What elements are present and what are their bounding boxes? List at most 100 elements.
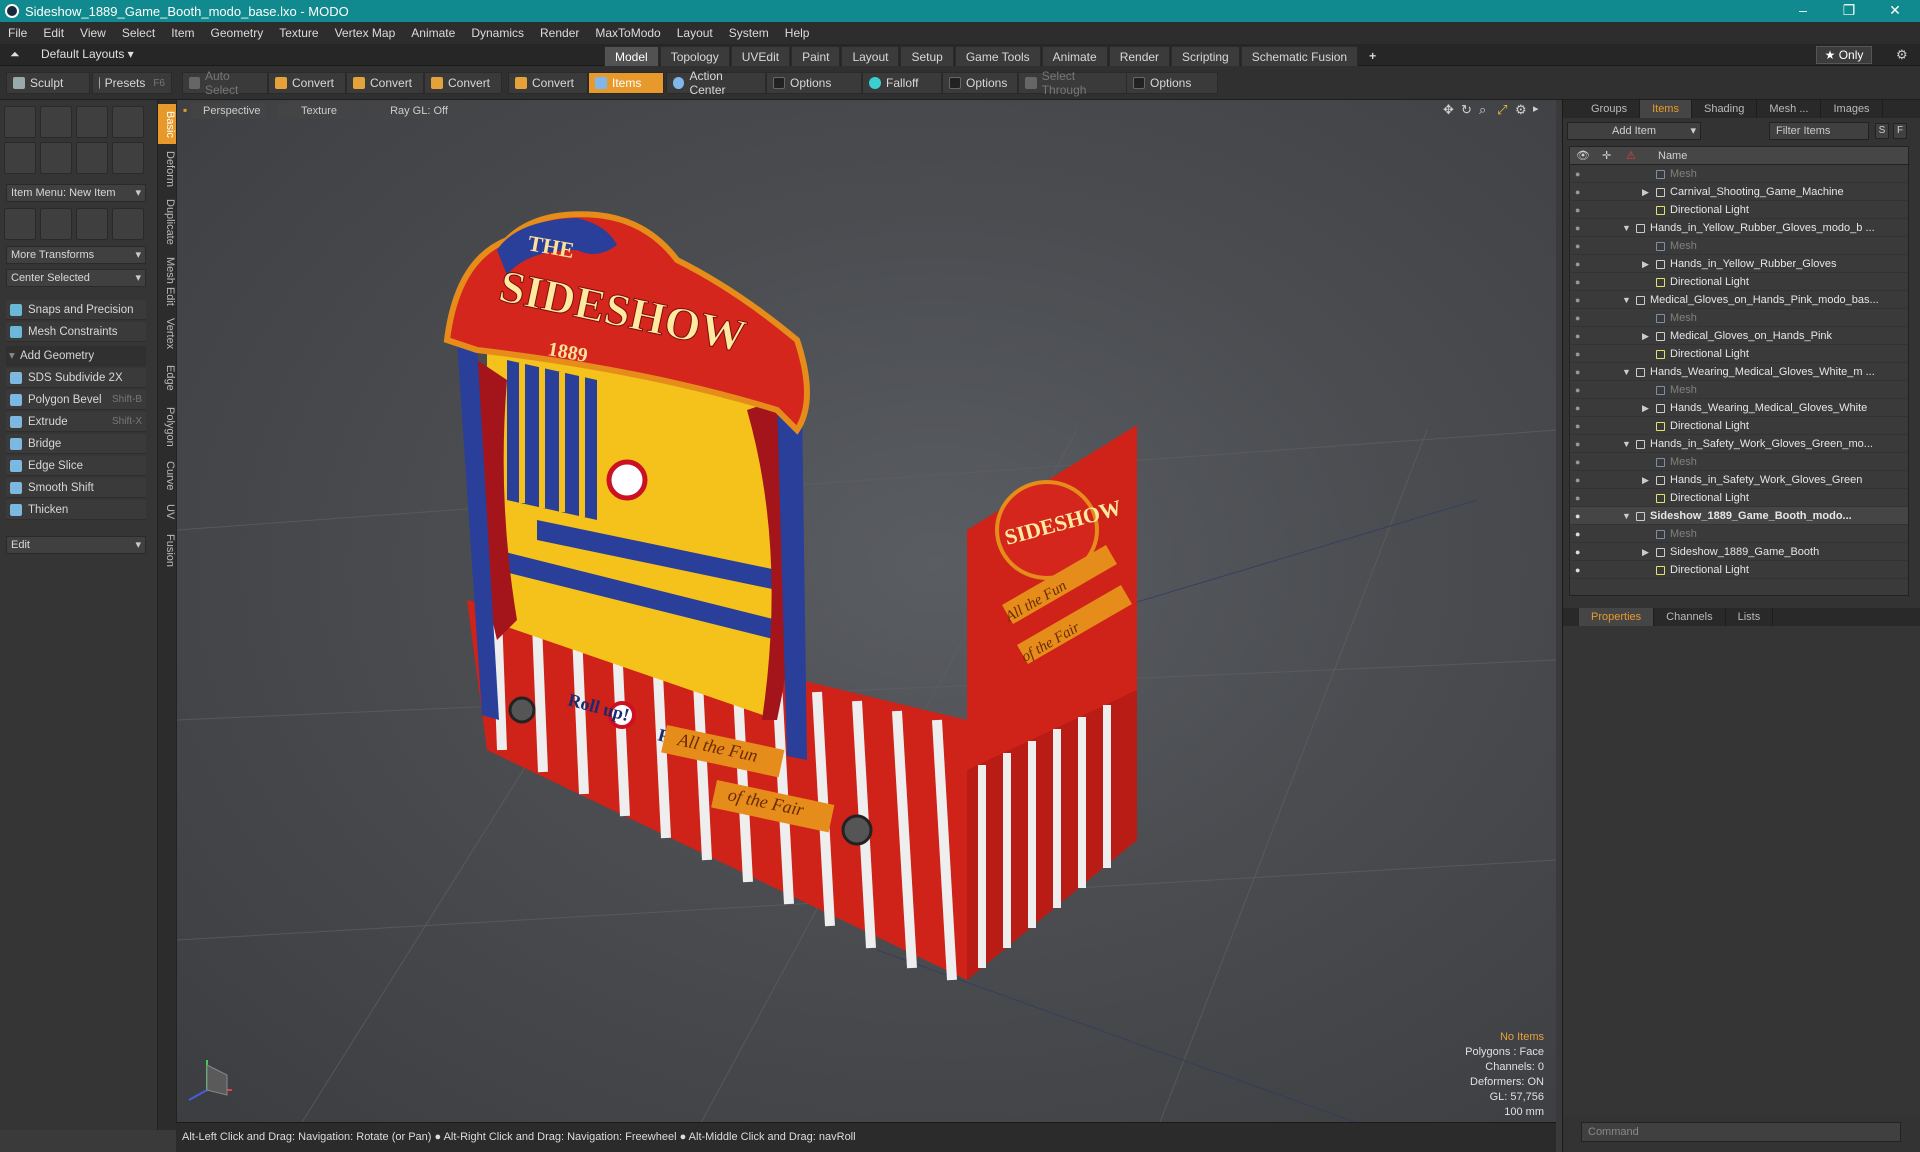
- tab-lists[interactable]: Lists: [1726, 608, 1774, 626]
- vtab-polygon[interactable]: Polygon: [158, 400, 176, 454]
- tab-scripting[interactable]: Scripting: [1171, 46, 1240, 68]
- vtab-mesh-edit[interactable]: Mesh Edit: [158, 252, 176, 310]
- grid-icon[interactable]: [40, 208, 72, 240]
- close-button[interactable]: ✕: [1872, 0, 1918, 22]
- tab-animate[interactable]: Animate: [1041, 46, 1108, 68]
- vtab-vertex[interactable]: Vertex: [158, 312, 176, 356]
- vtab-edge[interactable]: Edge: [158, 358, 176, 398]
- menu-system[interactable]: System: [721, 26, 777, 40]
- vtab-deform[interactable]: Deform: [158, 146, 176, 192]
- item-row[interactable]: ● ▼ Sideshow_1889_Game_Booth_modo...: [1570, 507, 1908, 525]
- visibility-eye-icon[interactable]: ●: [1575, 565, 1586, 575]
- tab-items[interactable]: Items: [1640, 100, 1692, 118]
- visibility-eye-icon[interactable]: ●: [1575, 205, 1586, 215]
- select-through-button[interactable]: Select Through: [1018, 69, 1128, 97]
- item-row[interactable]: ● ▼ Hands_in_Yellow_Rubber_Gloves_modo_b .…: [1570, 219, 1908, 237]
- tab-properties[interactable]: Properties: [1579, 608, 1655, 626]
- visibility-eye-icon[interactable]: ●: [1575, 547, 1586, 557]
- filter-items-field[interactable]: Filter Items: [1769, 122, 1869, 140]
- viewport-menu-icon[interactable]: ▪: [183, 103, 187, 117]
- shading-dropdown[interactable]: Texture: [277, 103, 361, 119]
- menu-help[interactable]: Help: [777, 26, 818, 40]
- center-selected-dropdown[interactable]: Center Selected: [6, 269, 146, 287]
- view-type-dropdown[interactable]: Perspective: [191, 103, 266, 119]
- item-row[interactable]: ● ▼ Medical_Gloves_on_Hands_Pink_modo_bas.…: [1570, 291, 1908, 309]
- menu-geometry[interactable]: Geometry: [203, 26, 272, 40]
- add-item-dropdown[interactable]: Add Item ▾: [1567, 122, 1701, 140]
- item-row[interactable]: ● Directional Light: [1570, 489, 1908, 507]
- expand-arrow-icon[interactable]: ▶: [1642, 543, 1649, 561]
- visibility-eye-icon[interactable]: ●: [1575, 475, 1586, 485]
- viewport-expand-icon[interactable]: ▸: [1533, 102, 1539, 115]
- convert-edge-button[interactable]: Convert: [346, 72, 424, 94]
- action-center-button[interactable]: Action Center: [666, 69, 766, 97]
- expand-arrow-icon[interactable]: ▶: [1642, 255, 1649, 273]
- tool-thicken[interactable]: Thicken: [6, 500, 146, 520]
- tab-images[interactable]: Images: [1821, 100, 1883, 118]
- item-menu-dropdown[interactable]: Item Menu: New Item: [6, 184, 146, 202]
- filter-f-button[interactable]: F: [1893, 123, 1907, 139]
- item-row[interactable]: ● ▶ Hands_in_Yellow_Rubber_Gloves: [1570, 255, 1908, 273]
- item-row[interactable]: ● Mesh: [1570, 525, 1908, 543]
- expand-arrow-icon[interactable]: ▶: [1642, 327, 1649, 345]
- minimize-button[interactable]: –: [1780, 0, 1826, 22]
- perspective-grid-icon[interactable]: [112, 208, 144, 240]
- menu-render[interactable]: Render: [532, 26, 587, 40]
- expand-arrow-icon[interactable]: ▶: [1642, 183, 1649, 201]
- item-row[interactable]: ● Directional Light: [1570, 345, 1908, 363]
- vtab-fusion[interactable]: Fusion: [158, 528, 176, 574]
- visibility-eye-icon[interactable]: ●: [1575, 493, 1586, 503]
- collapse-arrow-icon[interactable]: ▼: [1622, 363, 1631, 381]
- tab-shading[interactable]: Shading: [1692, 100, 1758, 118]
- tab-paint[interactable]: Paint: [791, 46, 841, 68]
- tab-model[interactable]: Model: [604, 46, 659, 68]
- add-tab-button[interactable]: +: [1359, 46, 1386, 68]
- rotate-icon[interactable]: ↻: [1461, 102, 1472, 118]
- tool-smooth-shift[interactable]: Smooth Shift: [6, 478, 146, 498]
- item-row[interactable]: ● ▶ Hands_in_Safety_Work_Gloves_Green: [1570, 471, 1908, 489]
- visibility-eye-icon[interactable]: ●: [1575, 295, 1586, 305]
- tab-mesh[interactable]: Mesh ...: [1757, 100, 1822, 118]
- tab-render[interactable]: Render: [1108, 46, 1171, 68]
- command-input[interactable]: Command: [1581, 1122, 1901, 1142]
- items-mode-button[interactable]: Items: [588, 72, 664, 94]
- falloff-options-button[interactable]: Options: [942, 72, 1018, 94]
- tool-polygon-bevel[interactable]: Polygon Bevel Shift-B: [6, 390, 146, 410]
- restore-button[interactable]: ❐: [1826, 0, 1872, 22]
- cube-primitive-icon[interactable]: [4, 106, 36, 138]
- menu-file[interactable]: File: [0, 26, 35, 40]
- visibility-eye-icon[interactable]: ●: [1575, 511, 1586, 521]
- menu-edit[interactable]: Edit: [35, 26, 72, 40]
- item-row[interactable]: ● ▶ Medical_Gloves_on_Hands_Pink: [1570, 327, 1908, 345]
- menu-animate[interactable]: Animate: [403, 26, 463, 40]
- viewport-gear-icon[interactable]: ⚙: [1515, 102, 1527, 118]
- menu-layout[interactable]: Layout: [669, 26, 721, 40]
- menu-item[interactable]: Item: [163, 26, 202, 40]
- collapse-arrow-icon[interactable]: ▼: [1622, 435, 1631, 453]
- only-toggle[interactable]: ★ Only: [1816, 46, 1872, 64]
- snaps-precision-button[interactable]: Snaps and Precision: [6, 300, 146, 320]
- visibility-eye-icon[interactable]: ●: [1575, 385, 1586, 395]
- tool-bridge[interactable]: Bridge: [6, 434, 146, 454]
- item-list[interactable]: 👁 ✛ ⚠ Name ● Mesh ● ▶ Carnival_Shooting_Game…: [1569, 146, 1909, 596]
- item-row[interactable]: ● ▶ Hands_Wearing_Medical_Gloves_White: [1570, 399, 1908, 417]
- capsule-primitive-icon[interactable]: [40, 142, 72, 174]
- tab-channels[interactable]: Channels: [1654, 608, 1726, 626]
- item-row[interactable]: ● Directional Light: [1570, 417, 1908, 435]
- tool-edge-slice[interactable]: Edge Slice: [6, 456, 146, 476]
- visibility-eye-icon[interactable]: ●: [1575, 241, 1586, 251]
- action-center-options-button[interactable]: Options: [766, 72, 862, 94]
- expand-arrow-icon[interactable]: ▶: [1642, 471, 1649, 489]
- item-row[interactable]: ● Directional Light: [1570, 561, 1908, 579]
- tab-uvedit[interactable]: UVEdit: [730, 46, 791, 68]
- item-row[interactable]: ● Directional Light: [1570, 201, 1908, 219]
- visibility-eye-icon[interactable]: ●: [1575, 457, 1586, 467]
- item-row[interactable]: ● Mesh: [1570, 309, 1908, 327]
- tab-schematic-fusion[interactable]: Schematic Fusion: [1240, 46, 1359, 68]
- convert-item-button[interactable]: Convert: [508, 72, 588, 94]
- select-through-options-button[interactable]: Options: [1126, 72, 1218, 94]
- zoom-icon[interactable]: ⌕: [1479, 102, 1486, 118]
- visibility-eye-icon[interactable]: ●: [1575, 349, 1586, 359]
- visibility-eye-icon[interactable]: ●: [1575, 259, 1586, 269]
- fit-icon[interactable]: ⤢: [1497, 102, 1507, 118]
